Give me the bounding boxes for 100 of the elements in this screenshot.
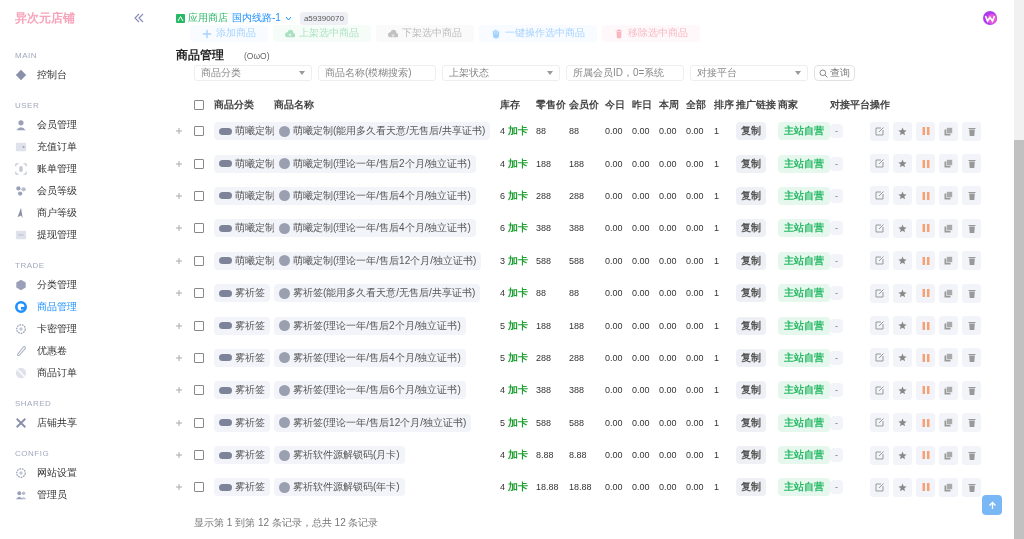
edit-button[interactable]: [870, 283, 889, 303]
checkbox[interactable]: [194, 352, 204, 363]
expand-icon[interactable]: [176, 322, 182, 329]
expand-icon[interactable]: [176, 484, 182, 491]
copy-link-button[interactable]: 复制: [736, 154, 766, 173]
sidebar-item[interactable]: 会员管理: [15, 114, 160, 136]
sidebar-item[interactable]: 商品订单: [15, 362, 160, 384]
star-button[interactable]: [893, 348, 912, 368]
sidebar-item[interactable]: 商户等级: [15, 202, 160, 224]
input-field[interactable]: 商品名称(模糊搜索): [318, 65, 436, 81]
expand-icon[interactable]: [176, 387, 182, 394]
edit-button[interactable]: [870, 478, 889, 497]
copy-link-button[interactable]: 复制: [736, 284, 766, 303]
expand-icon[interactable]: [176, 354, 182, 361]
edit-button[interactable]: [870, 380, 889, 400]
input-field[interactable]: 所属会员ID，0=系统: [566, 65, 684, 81]
copy-link-button[interactable]: 复制: [736, 122, 766, 141]
copy-button[interactable]: [939, 283, 958, 303]
expand-icon[interactable]: [176, 192, 182, 199]
delete-button[interactable]: [962, 445, 981, 465]
checkbox[interactable]: [194, 450, 204, 461]
copy-link-button[interactable]: 复制: [736, 348, 766, 367]
sidebar-item[interactable]: 网站设置: [15, 462, 160, 484]
pause-button[interactable]: [916, 478, 935, 497]
edit-button[interactable]: [870, 218, 889, 238]
checkbox[interactable]: [194, 417, 204, 428]
pause-button[interactable]: [916, 186, 935, 206]
sidebar-item[interactable]: 控制台: [15, 64, 160, 86]
sidebar-item[interactable]: 分类管理: [15, 274, 160, 296]
brand-logo-icon[interactable]: [982, 10, 998, 26]
pause-button[interactable]: [916, 380, 935, 400]
select-field[interactable]: 上架状态: [442, 65, 560, 81]
delete-button[interactable]: [962, 218, 981, 238]
star-button[interactable]: [893, 478, 912, 497]
edit-button[interactable]: [870, 413, 889, 433]
sidebar-item[interactable]: 充值订单: [15, 136, 160, 158]
delete-button[interactable]: [962, 380, 981, 400]
copy-button[interactable]: [939, 478, 958, 497]
expand-icon[interactable]: [176, 452, 182, 459]
sidebar-item[interactable]: 账单管理: [15, 158, 160, 180]
expand-icon[interactable]: [176, 225, 182, 232]
expand-icon[interactable]: [176, 290, 182, 297]
delete-button[interactable]: [962, 121, 981, 141]
star-button[interactable]: [893, 186, 912, 206]
star-button[interactable]: [893, 445, 912, 465]
checkbox[interactable]: [194, 385, 204, 396]
pause-button[interactable]: [916, 121, 935, 141]
expand-icon[interactable]: [176, 160, 182, 167]
checkbox[interactable]: [194, 223, 204, 234]
delete-button[interactable]: [962, 478, 981, 497]
copy-button[interactable]: [939, 218, 958, 238]
copy-link-button[interactable]: 复制: [736, 446, 766, 465]
star-button[interactable]: [893, 413, 912, 433]
star-button[interactable]: [893, 283, 912, 303]
edit-button[interactable]: [870, 251, 889, 271]
copy-link-button[interactable]: 复制: [736, 251, 766, 270]
checkbox[interactable]: [194, 126, 204, 137]
copy-button[interactable]: [939, 186, 958, 206]
copy-button[interactable]: [939, 121, 958, 141]
copy-button[interactable]: [939, 348, 958, 368]
chevron-down-icon[interactable]: [284, 15, 292, 21]
star-button[interactable]: [893, 251, 912, 271]
checkbox[interactable]: [194, 482, 204, 493]
checkbox[interactable]: [194, 320, 204, 331]
copy-link-button[interactable]: 复制: [736, 381, 766, 400]
edit-button[interactable]: [870, 154, 889, 174]
edit-button[interactable]: [870, 348, 889, 368]
delete-button[interactable]: [962, 251, 981, 271]
copy-button[interactable]: [939, 380, 958, 400]
search-button[interactable]: 查询: [814, 65, 855, 81]
copy-button[interactable]: [939, 251, 958, 271]
scrollbar-thumb[interactable]: [1014, 140, 1024, 539]
pause-button[interactable]: [916, 251, 935, 271]
expand-icon[interactable]: [176, 257, 182, 264]
delete-button[interactable]: [962, 154, 981, 174]
sidebar-item[interactable]: 店铺共享: [15, 412, 160, 434]
star-button[interactable]: [893, 154, 912, 174]
expand-icon[interactable]: [176, 419, 182, 426]
copy-button[interactable]: [939, 154, 958, 174]
pause-button[interactable]: [916, 413, 935, 433]
pause-button[interactable]: [916, 445, 935, 465]
delete-button[interactable]: [962, 348, 981, 368]
sidebar-item[interactable]: 管理员: [15, 484, 160, 506]
star-button[interactable]: [893, 380, 912, 400]
edit-button[interactable]: [870, 186, 889, 206]
edit-button[interactable]: [870, 445, 889, 465]
edit-button[interactable]: [870, 121, 889, 141]
select-field[interactable]: 对接平台: [690, 65, 808, 81]
copy-button[interactable]: [939, 445, 958, 465]
pause-button[interactable]: [916, 154, 935, 174]
pause-button[interactable]: [916, 283, 935, 303]
star-button[interactable]: [893, 218, 912, 238]
select-field[interactable]: 商品分类: [194, 65, 312, 81]
copy-link-button[interactable]: 复制: [736, 413, 766, 432]
back-to-top-button[interactable]: [982, 495, 1002, 515]
star-button[interactable]: [893, 121, 912, 141]
copy-link-button[interactable]: 复制: [736, 219, 766, 238]
copy-link-button[interactable]: 复制: [736, 186, 766, 205]
pause-button[interactable]: [916, 348, 935, 368]
checkbox[interactable]: [194, 288, 204, 299]
